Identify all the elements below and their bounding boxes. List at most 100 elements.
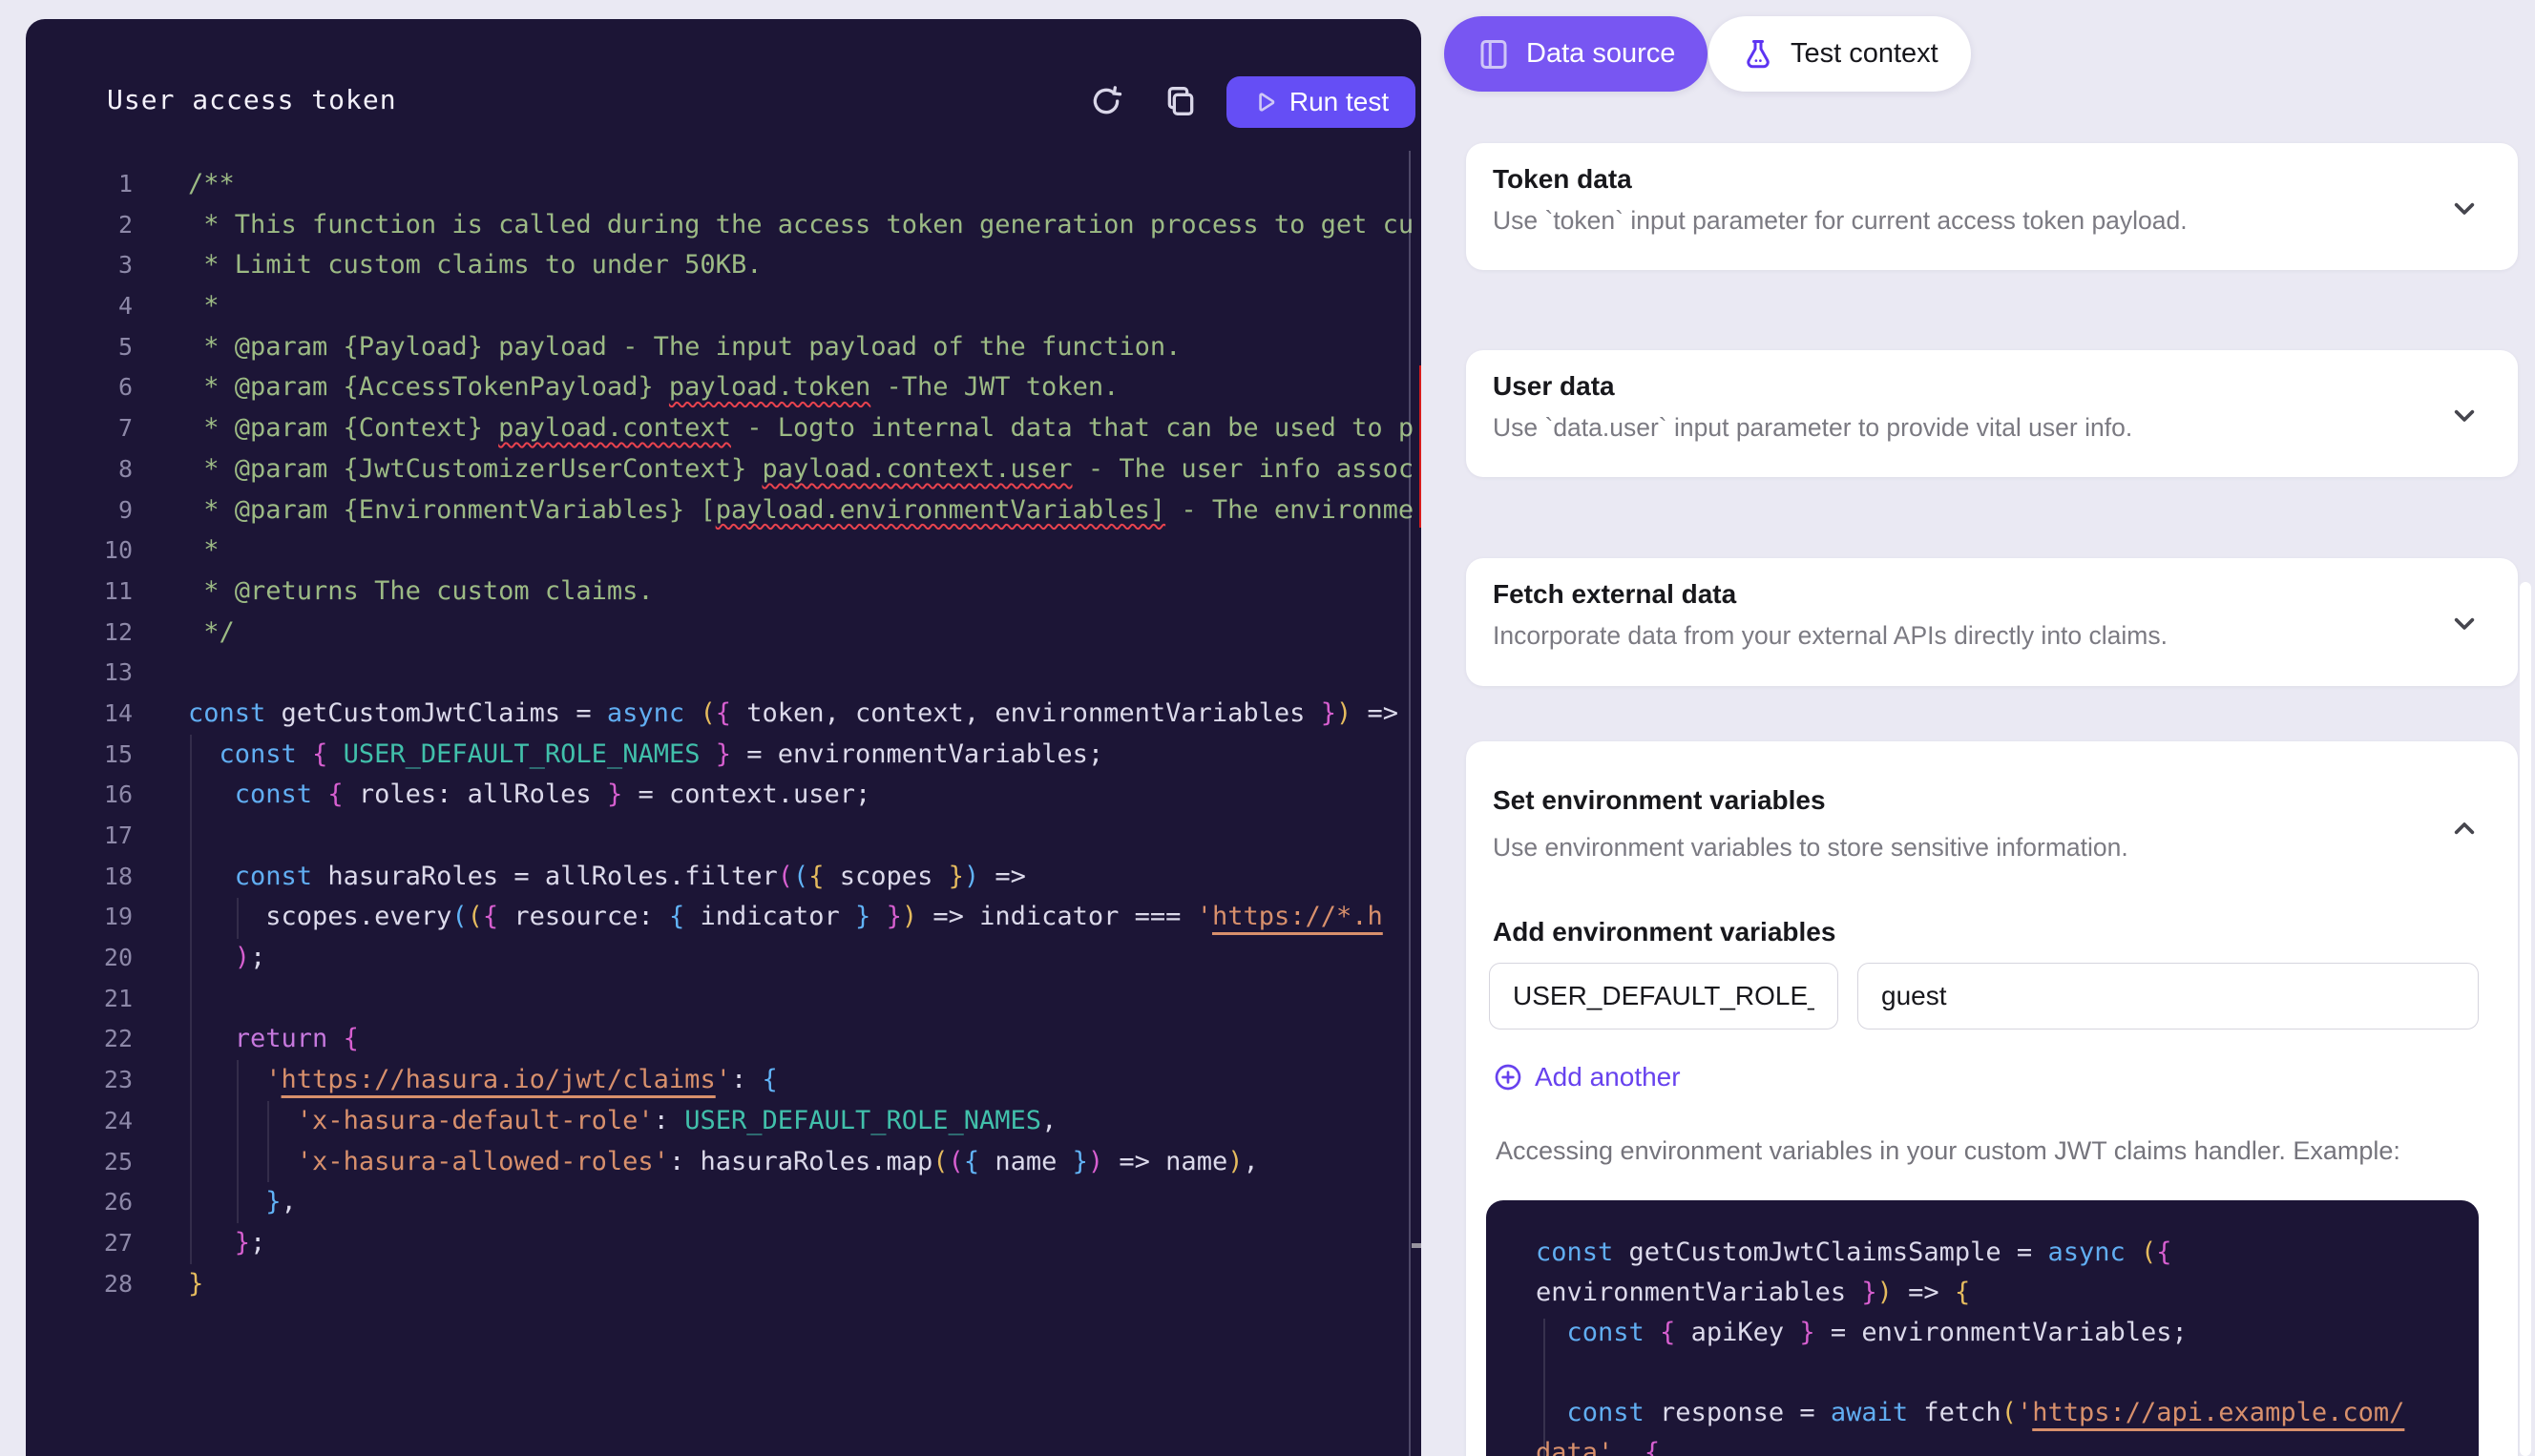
code-token: - Logto internal data that can be used t… [731, 413, 1414, 443]
code-token: * [188, 535, 220, 565]
card-token-data[interactable]: Token data Use `token` input parameter f… [1466, 143, 2518, 270]
code-token [188, 780, 235, 809]
tab-data-source[interactable]: Data source [1444, 16, 1707, 92]
code-token: /** [188, 169, 235, 198]
refresh-icon [1087, 82, 1125, 120]
tab-test-context-label: Test context [1791, 38, 1938, 70]
code-token: , [282, 1187, 297, 1217]
env-value-input[interactable] [1857, 963, 2479, 1030]
code-token: * @param {Payload} payload - The input p… [188, 332, 1181, 362]
code-line: }, [188, 1182, 1421, 1223]
code-token: : [654, 1106, 685, 1135]
line-number: 3 [26, 245, 133, 286]
code-line [188, 816, 1421, 857]
code-token: 'x-hasura-allowed-roles' [297, 1147, 669, 1176]
code-line: * @returns The custom claims. [188, 572, 1421, 613]
chevron-down-icon[interactable] [2445, 189, 2483, 227]
code-token: async [607, 698, 684, 728]
code-token: - The environme [1165, 495, 1414, 525]
code-token: * @param {AccessTokenPayload} [188, 372, 669, 402]
code-token: } [265, 1187, 281, 1217]
line-number: 1 [26, 164, 133, 205]
code-line: /** [188, 164, 1421, 205]
code-token: ) [1227, 1147, 1243, 1176]
chevron-up-icon[interactable] [2445, 810, 2483, 848]
code-token [188, 1106, 297, 1135]
add-another-label: Add another [1535, 1062, 1681, 1092]
panel-scrollbar-thumb[interactable] [2520, 582, 2531, 1456]
line-number: 19 [26, 897, 133, 938]
chevron-down-icon[interactable] [2445, 396, 2483, 434]
code-token: ( [778, 862, 793, 891]
env-example-hint: Accessing environment variables in your … [1496, 1136, 2400, 1166]
code-line: ); [188, 938, 1421, 979]
refresh-button[interactable] [1087, 82, 1125, 120]
code-token: const [1536, 1238, 1613, 1267]
code-line: * [188, 286, 1421, 327]
code-token [1536, 1398, 1567, 1427]
line-number: 11 [26, 572, 133, 613]
copy-button[interactable] [1162, 82, 1200, 120]
line-number: 9 [26, 490, 133, 531]
card-description: Incorporate data from your external APIs… [1493, 621, 2168, 651]
line-number: 16 [26, 775, 133, 816]
card-set-environment-variables: Set environment variables Use environmen… [1466, 741, 2518, 1456]
line-number: 12 [26, 613, 133, 654]
card-fetch-external-data[interactable]: Fetch external data Incorporate data fro… [1466, 558, 2518, 686]
line-number: 6 [26, 367, 133, 408]
code-line: const response = await fetch('https://ap… [1536, 1393, 2404, 1433]
code-token: - The user info assoc [1073, 454, 1414, 484]
code-token [700, 739, 715, 769]
code-editing-area[interactable]: /** * This function is called during the… [188, 164, 1421, 1304]
code-token: ( [2141, 1238, 2156, 1267]
add-env-variables-label: Add environment variables [1493, 917, 1835, 947]
code-token: { [1645, 1438, 1660, 1456]
line-number: 8 [26, 449, 133, 490]
card-description: Use environment variables to store sensi… [1493, 833, 2128, 863]
run-test-button[interactable]: Run test [1226, 76, 1415, 128]
editor-title: User access token [107, 84, 397, 115]
code-line: 'x-hasura-allowed-roles': hasuraRoles.ma… [188, 1142, 1421, 1183]
code-line [188, 979, 1421, 1020]
code-token [312, 780, 327, 809]
chevron-down-icon[interactable] [2445, 604, 2483, 642]
code-token: hasuraRoles = allRoles.filter [312, 862, 778, 891]
scrollbar-thumb[interactable] [1412, 1243, 1421, 1248]
code-token: https://hasura.io/jwt/claims [282, 1065, 716, 1094]
code-token: ( [932, 1147, 948, 1176]
book-icon [1477, 37, 1511, 72]
card-description: Use `data.user` input parameter to provi… [1493, 413, 2132, 443]
code-token: } [1861, 1278, 1876, 1307]
code-token: resource: [498, 902, 669, 931]
card-title: User data [1493, 371, 1615, 402]
env-key-input[interactable] [1489, 963, 1838, 1030]
code-token: } [1073, 1147, 1088, 1176]
line-number: 25 [26, 1142, 133, 1183]
code-token: } [855, 902, 870, 931]
code-line: scopes.every(({ resource: { indicator } … [188, 897, 1421, 938]
code-token: const [235, 780, 312, 809]
code-token: ' [1197, 902, 1212, 931]
code-line: * @param {JwtCustomizerUserContext} payl… [188, 449, 1421, 490]
line-number: 21 [26, 979, 133, 1020]
code-token: ; [250, 1228, 265, 1258]
code-token: { [808, 862, 824, 891]
code-token: => indicator === [917, 902, 1197, 931]
code-line: const { roles: allRoles } = context.user… [188, 775, 1421, 816]
code-token: const [1567, 1318, 1645, 1347]
editor-header: User access token Run test [26, 19, 1421, 143]
code-token [188, 1187, 265, 1217]
code-token: * Limit custom claims to under 50KB. [188, 250, 762, 280]
code-line [188, 653, 1421, 694]
tab-test-context[interactable]: Test context [1708, 16, 1971, 92]
code-token [188, 1065, 265, 1094]
card-user-data[interactable]: User data Use `data.user` input paramete… [1466, 350, 2518, 477]
add-another-button[interactable]: Add another [1493, 1062, 1681, 1092]
code-token: * @param {Context} [188, 413, 498, 443]
code-line: data', { [1536, 1433, 2404, 1456]
code-token [188, 1024, 235, 1053]
code-token: */ [188, 617, 235, 647]
code-token: data [1536, 1438, 1598, 1456]
code-token: : hasuraRoles.map [669, 1147, 932, 1176]
code-token: name [979, 1147, 1073, 1176]
